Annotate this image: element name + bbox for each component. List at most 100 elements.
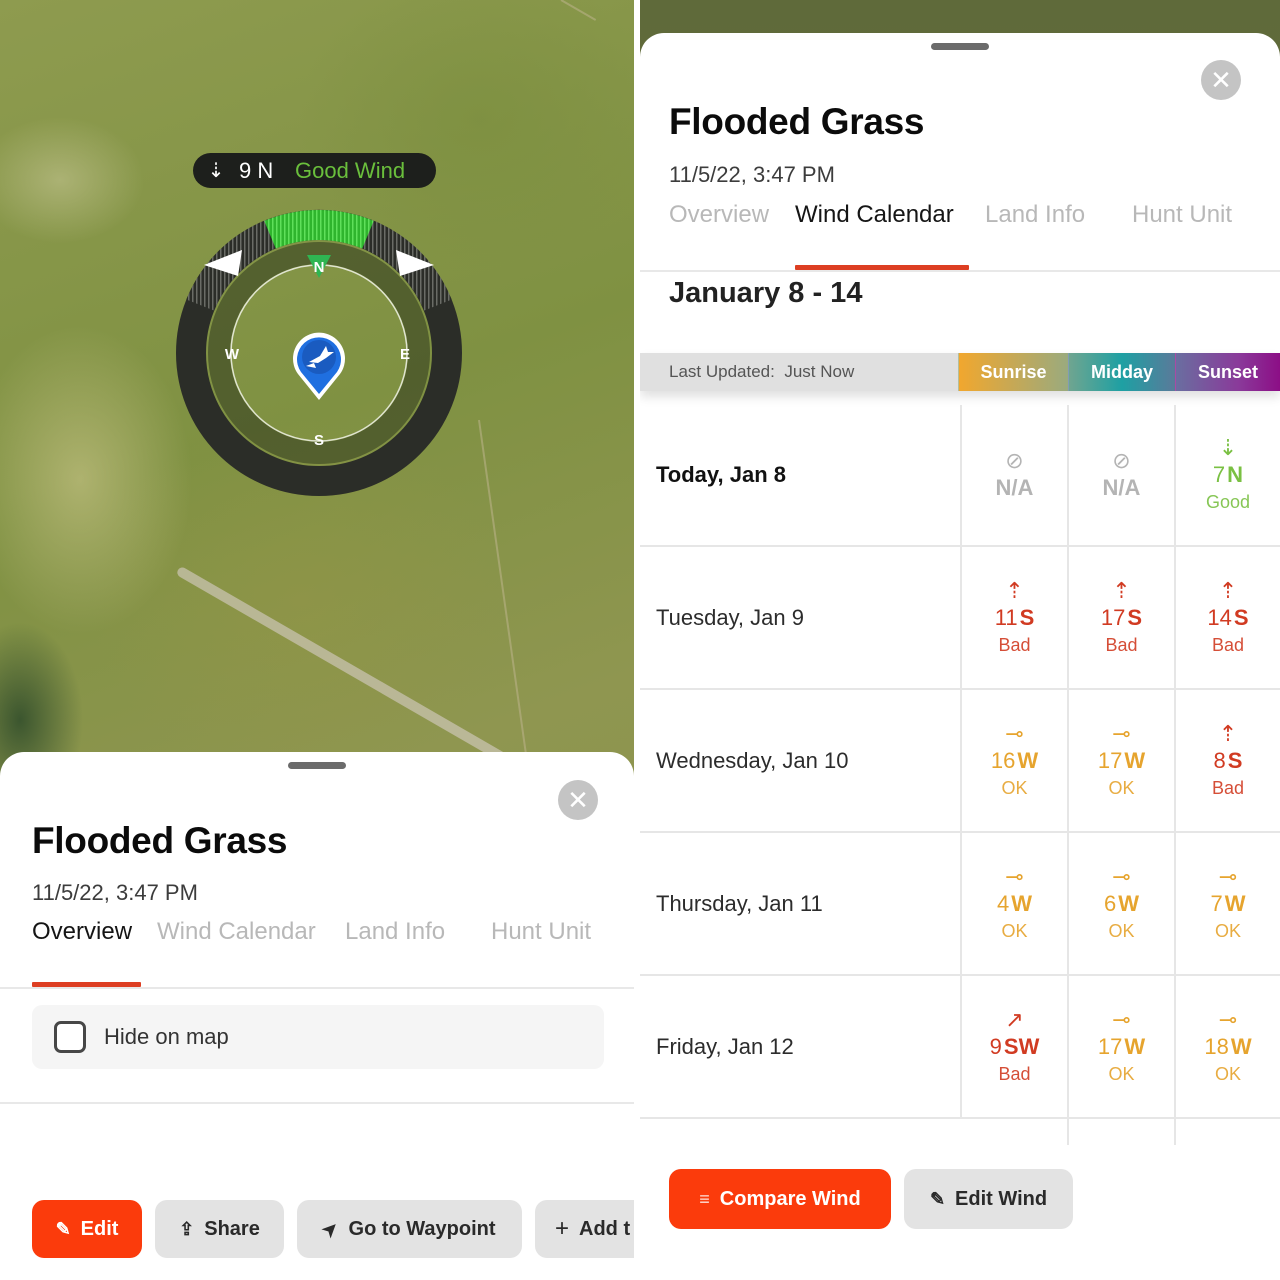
wind-direction: W [1230,1033,1252,1059]
forecast-header: Last Updated: Just Now Sunrise Midday Su… [640,353,1280,391]
close-button[interactable]: ✕ [1201,60,1241,100]
go-to-waypoint-label: Go to Waypoint [348,1217,496,1240]
forecast-cell-sunrise[interactable]: ⊸ 16W OK [960,690,1067,831]
forecast-cell-sunrise[interactable]: ↗ 9SW Bad [960,976,1067,1117]
pencil-icon: ✎ [55,1218,71,1239]
forecast-cell-sunrise[interactable]: ⊸ 4W OK [960,833,1067,974]
day-label: Friday, Jan 12 [656,1033,794,1059]
compare-wind-button[interactable]: ≡ Compare Wind [669,1169,891,1229]
tab-overview[interactable]: Overview [669,201,769,229]
map-trail [478,419,528,757]
grid-tail [640,1119,1280,1145]
edit-button-label: Edit [80,1217,119,1240]
forecast-cell-sunset[interactable]: ⇡ 8S Bad [1174,690,1280,831]
forecast-cell-midday[interactable]: ⊘ N/A [1067,405,1174,545]
tab-bar: Overview Wind Calendar Land Info Hunt Un… [0,918,634,958]
forecast-cell-sunrise[interactable]: ⇡ 11S Bad [960,547,1067,688]
add-to-button[interactable]: + Add t [535,1200,634,1258]
wind-direction: S [1227,747,1243,773]
wind-lines-icon: ≡ [699,1188,710,1209]
wind-rating: OK [1108,920,1135,941]
forecast-cell-sunset[interactable]: ⊸ 7W OK [1174,833,1280,974]
forecast-cell-midday[interactable]: ⊸ 17W OK [1067,690,1174,831]
wind-direction: W [1224,890,1246,916]
navigation-arrow-icon: ➤ [318,1216,344,1242]
column-divider [1067,1119,1069,1145]
forecast-row: Friday, Jan 12 ↗ 9SW Bad ⊸ 17W OK ⊸ 18W OK [640,976,1280,1119]
waterfowl-pin-icon[interactable] [290,330,348,402]
edit-button[interactable]: ✎ Edit [32,1200,142,1258]
compass-label-w: W [225,346,240,363]
wind-speed: 7 [1212,462,1226,487]
wind-speed: 9 [989,1033,1002,1059]
wind-direction: SW [1003,1033,1040,1059]
wind-speed: 16 [990,747,1016,773]
wind-value: 9SW [990,1033,1040,1061]
hide-on-map-checkbox[interactable] [54,1021,86,1053]
forecast-row: Thursday, Jan 11 ⊸ 4W OK ⊸ 6W OK ⊸ 7W OK [640,833,1280,976]
wind-value: 16W [991,747,1038,775]
forecast-cell-midday[interactable]: ⇡ 17S Bad [1067,547,1174,688]
tab-hunt-unit[interactable]: Hunt Unit [491,918,591,946]
tab-overview[interactable]: Overview [32,918,132,946]
share-button[interactable]: ⇪ Share [155,1200,284,1258]
place-datetime: 11/5/22, 3:47 PM [669,162,835,187]
tab-hunt-unit[interactable]: Hunt Unit [1132,201,1232,229]
forecast-cell-sunset[interactable]: ⊸ 18W OK [1174,976,1280,1117]
tab-divider [0,987,634,989]
wind-value: 4W [997,890,1032,918]
place-title: Flooded Grass [669,101,925,142]
wind-value: N/A [1103,474,1141,502]
wind-speed: 11 [994,604,1018,630]
wind-speed: 17 [1097,1033,1123,1059]
wind-speed: 4 [996,890,1010,916]
wind-value: 11S [995,604,1035,632]
forecast-cell-sunset[interactable]: ⇡ 14S Bad [1174,547,1280,688]
forecast-cell-midday[interactable]: ⊸ 6W OK [1067,833,1174,974]
hide-on-map-label: Hide on map [104,1024,229,1049]
wind-direction: W [1118,890,1139,916]
overview-sheet: ✕ Flooded Grass 11/5/22, 3:47 PM Overvie… [0,752,634,1280]
close-icon: ✕ [1210,65,1232,95]
edit-wind-button[interactable]: ✎ Edit Wind [904,1169,1073,1229]
wind-arrow-east-icon: ⊸ [1218,863,1238,889]
period-midday: Midday [1068,353,1175,391]
forecast-cell-midday[interactable]: ⊸ 17W OK [1067,976,1174,1117]
wind-direction: W [1011,890,1032,916]
sheet-grabber[interactable] [931,43,989,50]
close-icon: ✕ [567,785,589,815]
last-updated-label: Last Updated: [669,362,775,381]
day-label: Thursday, Jan 11 [656,890,823,916]
wind-arrow-north-icon: ⇡ [1218,577,1238,603]
wind-direction: S [1233,604,1249,630]
wind-speed-direction: 9 N [239,157,274,183]
tab-wind-calendar[interactable]: Wind Calendar [795,201,954,229]
forecast-cell-sunrise[interactable]: ⊘ N/A [960,405,1067,545]
tab-land-info[interactable]: Land Info [345,918,445,946]
forecast-row: Today, Jan 8 ⊘ N/A ⊘ N/A ⇣ 7N Good [640,405,1280,547]
wind-rating: Bad [998,634,1031,655]
last-updated: Last Updated: Just Now [640,353,958,391]
hide-on-map-toggle[interactable]: Hide on map [32,1005,604,1069]
wind-rating: OK [1108,1063,1135,1084]
tab-land-info[interactable]: Land Info [985,201,1085,229]
pencil-icon: ✎ [929,1188,946,1209]
wind-speed: 8 [1213,747,1226,773]
wind-value: 7N [1213,461,1243,489]
plus-icon: + [555,1215,570,1242]
wind-arrow-east-icon: ⊸ [1005,720,1024,746]
overview-action-bar: ✎ Edit ⇪ Share ➤ Go to Waypoint + Add t [32,1200,634,1258]
wind-speed: 17 [1097,747,1123,773]
current-wind-badge[interactable]: ⇣ 9 N Good Wind [193,153,436,188]
wind-arrow-east-icon: ⊸ [1218,1006,1238,1032]
go-to-waypoint-button[interactable]: ➤ Go to Waypoint [297,1200,522,1258]
forecast-cell-sunset[interactable]: ⇣ 7N Good [1174,405,1280,545]
tab-wind-calendar[interactable]: Wind Calendar [157,918,316,946]
wind-value: 17S [1101,604,1142,632]
close-button[interactable]: ✕ [558,780,598,820]
wind-arrow-south-icon: ⇣ [1218,435,1238,460]
wind-forecast-grid: Today, Jan 8 ⊘ N/A ⊘ N/A ⇣ 7N Good Tuesday, Jan … [640,405,1280,1119]
forecast-row: Wednesday, Jan 10 ⊸ 16W OK ⊸ 17W OK ⇡ 8S Bad [640,690,1280,833]
wind-rating: Bad [1211,777,1245,798]
sheet-grabber[interactable] [288,762,346,769]
